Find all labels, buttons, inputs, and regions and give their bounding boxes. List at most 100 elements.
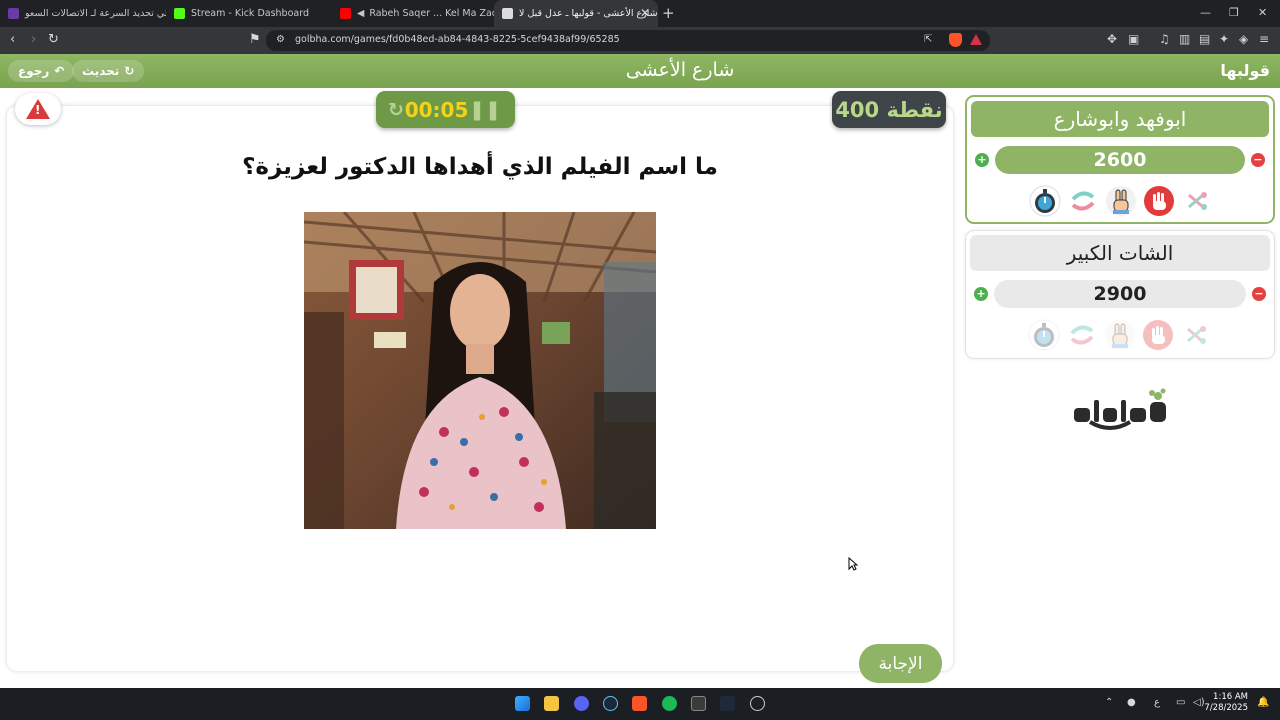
question-text: ما اسم الفيلم الذي أهداها الدكتور لعزيزة… — [242, 154, 718, 180]
stopwatch-icon[interactable] — [1028, 319, 1060, 351]
file-explorer-icon[interactable] — [544, 696, 559, 711]
stop-hand-icon[interactable] — [1143, 185, 1175, 217]
timer: ↻ 00:05 ❚❚ — [376, 91, 515, 128]
team-score: 2600 — [995, 146, 1245, 174]
stopwatch-icon[interactable] — [1029, 185, 1061, 217]
media-icon[interactable]: ♫ — [1159, 32, 1170, 46]
question-points: 400 نقطة — [832, 91, 946, 128]
mouse-cursor-icon — [848, 557, 858, 571]
browser-tab-strip: تخطي تحديد السرعة لـ الاتصالات السعو Str… — [0, 0, 1280, 27]
volume-icon[interactable]: ◁) — [1193, 697, 1205, 708]
back-label: رجوع — [18, 64, 50, 78]
team-score-row: + 2600 − — [967, 146, 1273, 174]
brave-shields-icon[interactable] — [949, 33, 962, 47]
youtube-favicon-icon — [340, 8, 351, 19]
steam-icon[interactable] — [603, 696, 618, 711]
app-logo[interactable]: قولبها — [1220, 61, 1270, 80]
speaker-icon: ◀ — [357, 8, 365, 19]
page-title: شارع الأعشى — [625, 59, 735, 81]
input-language[interactable]: ع — [1154, 697, 1160, 708]
peace-hand-icon[interactable] — [1105, 185, 1137, 217]
new-tab-icon[interactable]: + — [662, 4, 675, 22]
clock-time: 1:16 AM — [1213, 692, 1248, 702]
refresh-icon: ↻ — [124, 64, 135, 78]
swap-arrows-icon[interactable] — [1067, 185, 1099, 217]
xbox-icon[interactable] — [691, 696, 706, 711]
timer-value: 00:05 — [404, 97, 469, 122]
warning-icon: ! — [26, 99, 50, 119]
windows-taskbar: ⌃ ● ع ▭ ◁) 1:16 AM 7/28/2025 🔔 — [0, 688, 1280, 720]
browser-toolbar: ‹ › ↻ ⚑ ⚙ golbha.com/games/fd0b48ed-ab84… — [0, 27, 1280, 54]
network-icon[interactable]: ▭ — [1176, 697, 1185, 708]
extensions-icon[interactable]: ✥ — [1107, 32, 1117, 46]
reload-icon[interactable]: ↻ — [48, 32, 59, 47]
peace-hand-icon[interactable] — [1104, 319, 1136, 351]
team-card-2: الشات الكبير + 2900 − — [965, 230, 1275, 359]
brave-rewards-icon[interactable] — [970, 34, 982, 45]
bookmark-icon[interactable]: ⚑ — [249, 32, 261, 47]
sidebar-icon[interactable]: ▥ — [1179, 32, 1190, 46]
show-answer-button[interactable]: الإجابة — [859, 644, 942, 683]
leo-ai-icon[interactable]: ✦ — [1219, 32, 1229, 46]
shuffle-icon[interactable] — [1180, 319, 1212, 351]
address-bar[interactable]: ⚙ golbha.com/games/fd0b48ed-ab84-4843-82… — [266, 30, 990, 51]
menu-icon[interactable]: ≡ — [1259, 32, 1269, 46]
app-header: رجوع ↶ تحديث ↻ شارع الأعشى قولبها — [0, 54, 1280, 88]
helper-tools — [966, 319, 1274, 353]
share-icon[interactable]: ⇱ — [924, 34, 932, 45]
swap-arrows-icon[interactable] — [1066, 319, 1098, 351]
refresh-button[interactable]: تحديث ↻ — [72, 60, 145, 82]
team-card-1: ابوفهد وابوشارع + 2600 − — [965, 95, 1275, 224]
plus-icon[interactable]: + — [975, 153, 989, 167]
tray-chevron-icon[interactable]: ⌃ — [1105, 697, 1113, 708]
system-clock[interactable]: 1:16 AM 7/28/2025 — [1204, 692, 1248, 714]
pause-icon[interactable]: ❚❚ — [469, 99, 501, 121]
question-image — [304, 212, 656, 529]
nzxt-icon[interactable] — [720, 696, 735, 711]
browser-tab[interactable]: تخطي تحديد السرعة لـ الاتصالات السعو — [0, 0, 166, 27]
back-arrow-icon[interactable]: ‹ — [10, 32, 15, 47]
wallet-icon[interactable]: ▤ — [1199, 32, 1210, 46]
url-text[interactable]: golbha.com/games/fd0b48ed-ab84-4843-8225… — [295, 34, 620, 45]
kick-favicon-icon — [174, 8, 185, 19]
screenshot-icon[interactable]: ▣ — [1128, 32, 1139, 46]
tab-title: تخطي تحديد السرعة لـ الاتصالات السعو — [25, 8, 166, 19]
browser-tab-active[interactable]: شارع الأعشى - قولبها ـ عدل قبل لا ✕ — [494, 0, 658, 27]
maximize-icon[interactable]: ❐ — [1229, 6, 1239, 19]
windows-start-icon[interactable] — [515, 696, 530, 711]
close-tab-icon[interactable]: ✕ — [640, 6, 650, 20]
report-button[interactable]: ! — [15, 93, 61, 125]
tab-title: شارع الأعشى - قولبها ـ عدل قبل لا — [519, 8, 658, 19]
clock-date: 7/28/2025 — [1204, 703, 1248, 713]
tab-favicon-icon — [502, 8, 513, 19]
vpn-shield-icon[interactable]: ◈ — [1239, 32, 1248, 46]
stop-hand-icon[interactable] — [1142, 319, 1174, 351]
minimize-icon[interactable]: — — [1200, 6, 1211, 19]
refresh-label: تحديث — [82, 64, 120, 78]
browser-tab[interactable]: ◀ Rabeh Saqer ... Kel Ma Zad - Wit — [332, 0, 494, 27]
undo-arrow-icon: ↶ — [54, 64, 65, 78]
team-name: ابوفهد وابوشارع — [971, 101, 1269, 137]
minus-icon[interactable]: − — [1252, 287, 1266, 301]
forward-arrow-icon[interactable]: › — [31, 32, 36, 47]
app-icon[interactable] — [750, 696, 765, 711]
window-close-icon[interactable]: ✕ — [1258, 6, 1267, 19]
minus-icon[interactable]: − — [1251, 153, 1265, 167]
back-button[interactable]: رجوع ↶ — [8, 60, 75, 82]
tab-title: Rabeh Saqer ... Kel Ma Zad - Wit — [369, 8, 494, 19]
browser-tab[interactable]: Stream - Kick Dashboard — [166, 0, 332, 27]
brave-browser-icon[interactable] — [632, 696, 647, 711]
reset-timer-icon[interactable]: ↻ — [388, 99, 404, 121]
tab-title: Stream - Kick Dashboard — [191, 8, 309, 19]
team-score-row: + 2900 − — [966, 280, 1274, 308]
shuffle-icon[interactable] — [1181, 185, 1213, 217]
spotify-icon[interactable] — [662, 696, 677, 711]
discord-icon[interactable] — [574, 696, 589, 711]
notification-bell-icon[interactable]: 🔔 — [1257, 697, 1269, 708]
tab-favicon-icon — [8, 8, 19, 19]
site-settings-icon[interactable]: ⚙ — [276, 34, 285, 45]
plus-icon[interactable]: + — [974, 287, 988, 301]
microphone-icon[interactable]: ● — [1127, 697, 1136, 708]
team-name: الشات الكبير — [970, 235, 1270, 271]
golbha-logo — [1074, 388, 1166, 430]
